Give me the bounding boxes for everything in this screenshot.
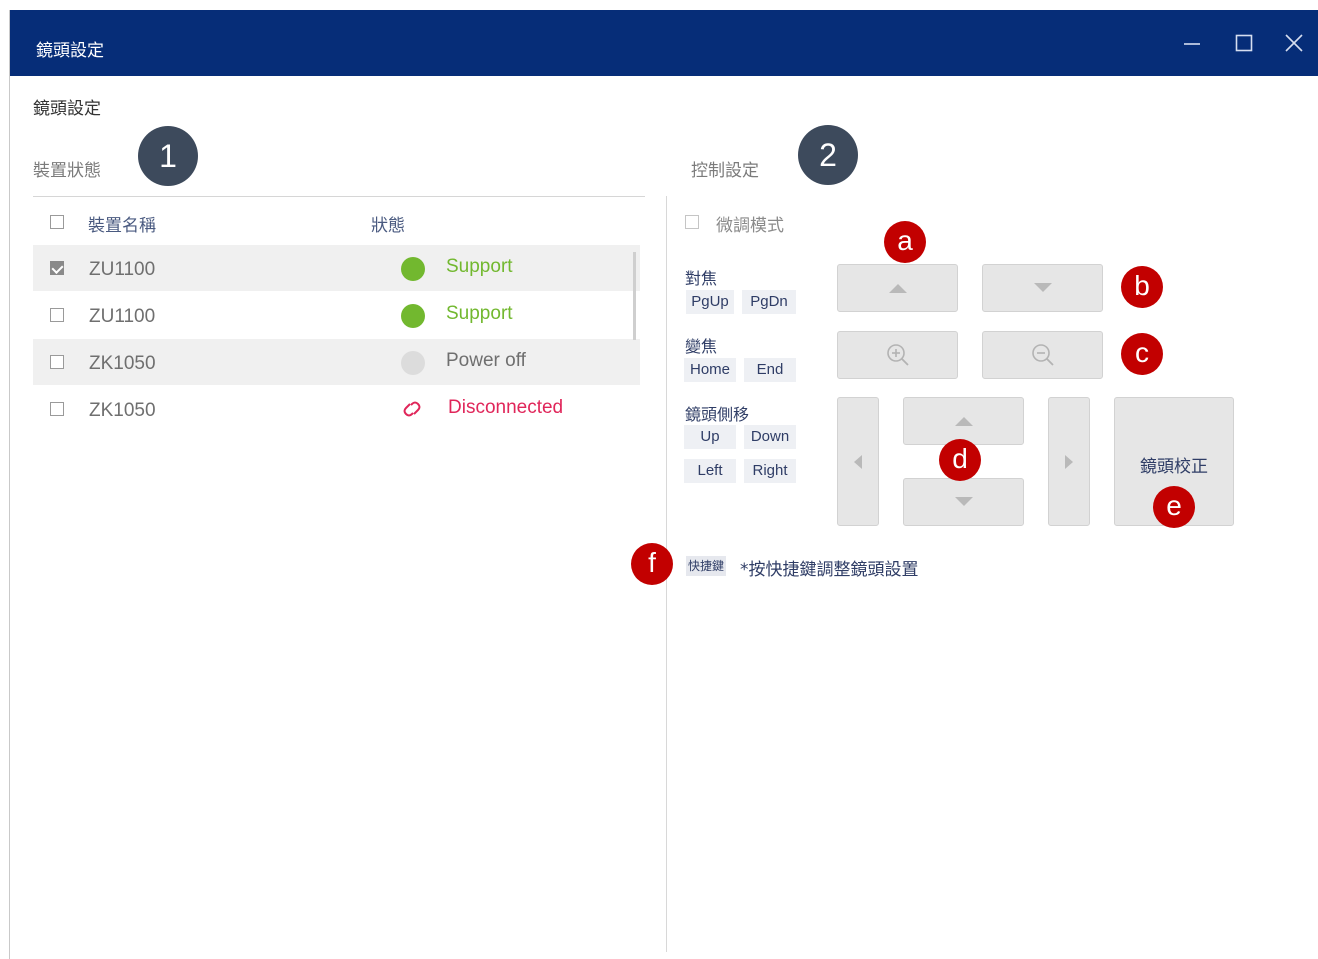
zoom-in-button[interactable]: [837, 331, 958, 379]
minimize-button[interactable]: [1176, 26, 1208, 62]
marker-d: d: [939, 439, 981, 481]
device-status: Disconnected: [448, 397, 564, 418]
key-end: End: [744, 358, 796, 382]
hotkey-note: *按快捷鍵調整鏡頭設置: [740, 560, 919, 580]
focus-far-button[interactable]: [982, 264, 1103, 312]
device-status: Support: [446, 303, 513, 324]
zoom-label: 變焦: [685, 337, 718, 356]
key-pgup: PgUp: [686, 290, 734, 314]
device-status: Support: [446, 256, 513, 277]
pan-label: 鏡頭側移: [685, 405, 750, 424]
column-device-name: 裝置名稱: [88, 216, 156, 236]
calibrate-label: 鏡頭校正: [1140, 457, 1208, 477]
key-down: Down: [744, 425, 796, 449]
unlink-icon: [403, 401, 421, 417]
marker-1: 1: [138, 126, 198, 186]
row-checkbox[interactable]: [50, 308, 64, 322]
marker-b: b: [1121, 266, 1163, 308]
device-row[interactable]: ZK1050 Disconnected: [33, 386, 640, 432]
focus-label: 對焦: [685, 269, 718, 288]
device-row[interactable]: ZU1100 Support: [33, 292, 640, 338]
maximize-button[interactable]: [1228, 26, 1260, 62]
select-all-checkbox[interactable]: [50, 215, 64, 229]
minimize-icon: [1184, 43, 1200, 45]
fine-mode-checkbox[interactable]: [685, 215, 699, 229]
key-right: Right: [744, 459, 796, 483]
focus-near-button[interactable]: [837, 264, 958, 312]
key-home: Home: [684, 358, 736, 382]
arrow-down-icon: [1033, 283, 1052, 292]
device-name: ZK1050: [89, 353, 156, 374]
status-dot: [401, 351, 425, 375]
zoom-in-icon: [886, 344, 909, 366]
marker-f: f: [631, 543, 673, 585]
window-title: 鏡頭設定: [36, 41, 104, 61]
device-status: Power off: [446, 350, 526, 371]
close-button[interactable]: [1278, 26, 1310, 62]
hotkey-tag: 快捷鍵: [686, 556, 727, 576]
status-dot: [401, 257, 425, 281]
arrow-down-icon: [954, 497, 973, 506]
device-section-divider: [33, 196, 645, 197]
device-row[interactable]: ZK1050 Power off: [33, 339, 640, 385]
arrow-up-icon: [954, 417, 973, 426]
close-icon: [1285, 34, 1303, 52]
column-status: 狀態: [371, 216, 405, 236]
device-name: ZU1100: [89, 259, 156, 280]
marker-e: e: [1153, 486, 1195, 528]
device-list-scrollbar[interactable]: [633, 252, 636, 340]
key-left: Left: [684, 459, 736, 483]
key-pgdn: PgDn: [742, 290, 796, 314]
device-status-label: 裝置狀態: [33, 161, 101, 181]
device-name: ZU1100: [89, 306, 156, 327]
page-heading: 鏡頭設定: [33, 99, 101, 119]
device-name: ZK1050: [89, 400, 156, 421]
status-dot: [401, 304, 425, 328]
row-checkbox[interactable]: [50, 261, 64, 275]
zoom-out-button[interactable]: [982, 331, 1103, 379]
pan-right-button[interactable]: [1048, 397, 1090, 526]
marker-a: a: [884, 221, 926, 263]
row-checkbox[interactable]: [50, 355, 64, 369]
pan-left-button[interactable]: [837, 397, 879, 526]
arrow-left-icon: [854, 454, 862, 469]
marker-c: c: [1121, 333, 1163, 375]
arrow-right-icon: [1065, 454, 1073, 469]
marker-2: 2: [798, 125, 858, 185]
pan-up-button[interactable]: [903, 397, 1024, 445]
arrow-up-icon: [888, 284, 907, 293]
key-up: Up: [684, 425, 736, 449]
fine-mode-label: 微調模式: [716, 216, 784, 236]
title-bar: 鏡頭設定: [10, 10, 1318, 76]
device-row[interactable]: ZU1100 Support: [33, 245, 640, 291]
maximize-icon: [1235, 34, 1253, 52]
pan-down-button[interactable]: [903, 478, 1024, 526]
zoom-out-icon: [1031, 344, 1054, 366]
row-checkbox[interactable]: [50, 402, 64, 416]
control-settings-label: 控制設定: [691, 161, 759, 181]
